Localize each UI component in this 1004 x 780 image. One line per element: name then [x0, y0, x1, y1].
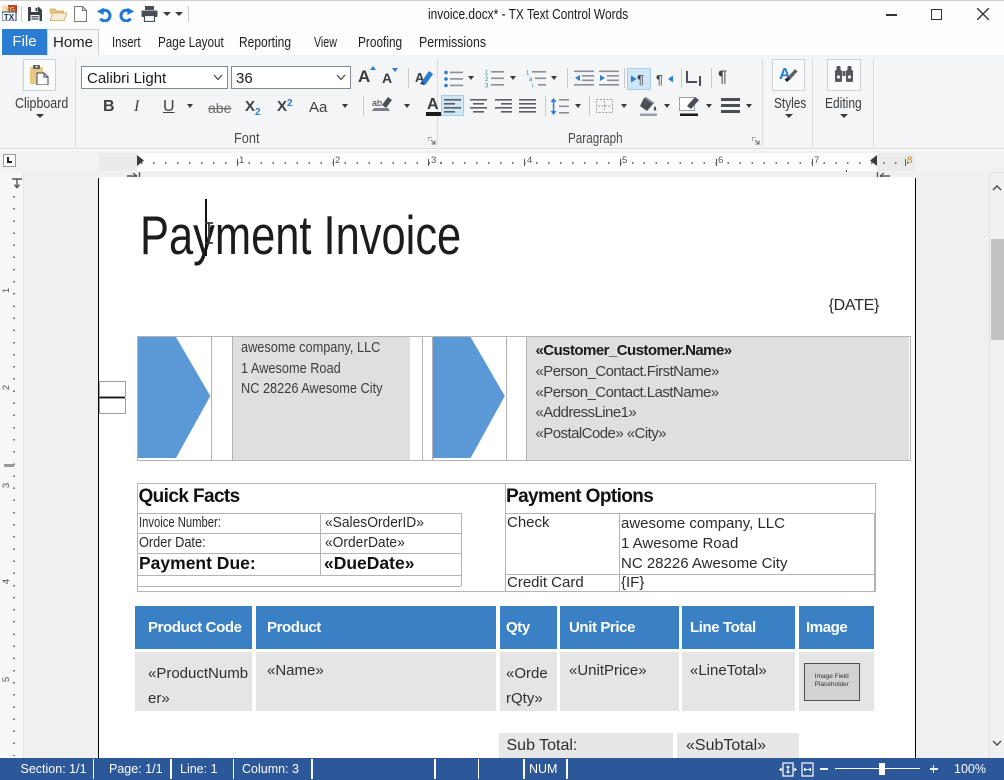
svg-text:3: 3 — [485, 84, 489, 89]
svg-text:ab: ab — [372, 98, 382, 108]
svg-text:1: 1 — [485, 71, 489, 77]
svg-text:1: 1 — [526, 71, 530, 77]
svg-text:2: 2 — [485, 77, 489, 83]
svg-text:¶: ¶ — [656, 72, 663, 86]
svg-text:i: i — [532, 84, 533, 89]
svg-text:TX: TX — [4, 13, 15, 21]
svg-text:a: a — [529, 77, 533, 83]
svg-text:¶: ¶ — [637, 72, 644, 86]
svg-text:A: A — [779, 66, 791, 83]
